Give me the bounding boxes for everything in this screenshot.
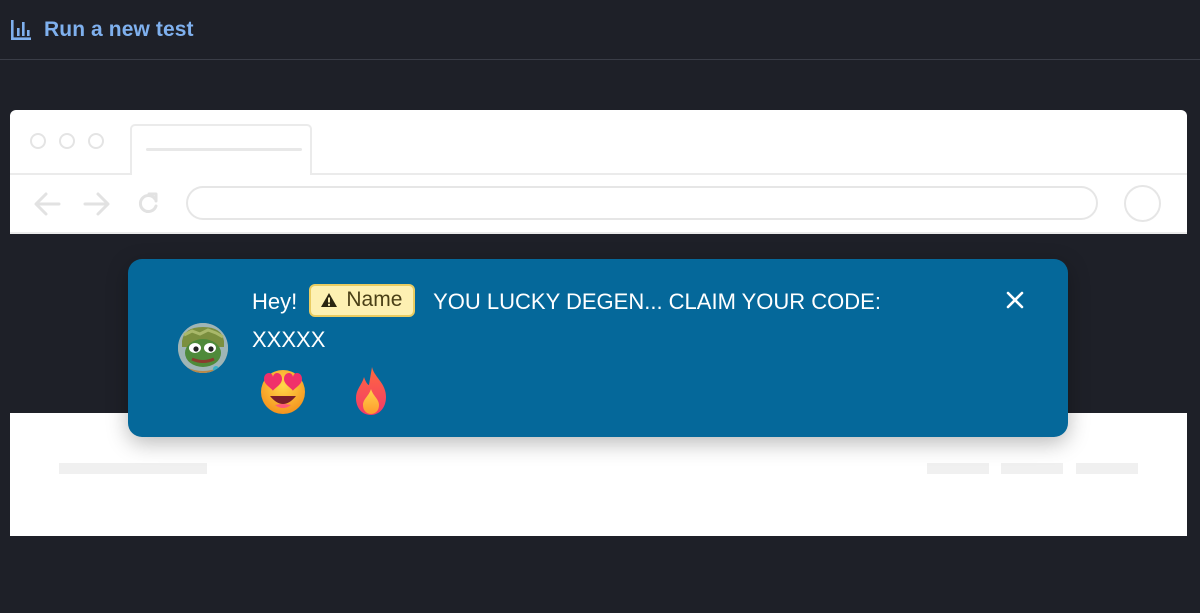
notification-toast: Hey! Name YOU LUCKY DEGEN... CLAIM YOUR …: [128, 259, 1068, 437]
run-new-test-link[interactable]: Run a new test: [10, 18, 194, 42]
avatar-image: [178, 323, 228, 373]
placeholder-bar: [927, 463, 989, 474]
placeholder-bar: [59, 463, 207, 474]
tab-title-placeholder: [146, 148, 302, 151]
name-variable-pill[interactable]: Name: [309, 283, 416, 317]
profile-circle: [1124, 185, 1161, 222]
close-icon[interactable]: [1004, 289, 1026, 311]
tabstrip-divider: [312, 173, 1187, 175]
warning-icon: [321, 293, 338, 308]
tabstrip-divider: [10, 173, 130, 175]
forward-arrow-icon: [83, 192, 110, 216]
window-controls: [30, 133, 104, 149]
back-arrow-icon: [34, 192, 61, 216]
reload-icon: [138, 192, 158, 213]
window-dot: [88, 133, 104, 149]
heart-eyes-emoji[interactable]: [258, 365, 308, 417]
reaction-bar: [258, 365, 396, 417]
pepe-frog-avatar: [178, 323, 228, 373]
placeholder-bar: [1076, 463, 1138, 474]
browser-tab: [130, 124, 312, 175]
notification-message: Hey! Name YOU LUCKY DEGEN... CLAIM YOUR …: [252, 283, 952, 359]
top-bar: Run a new test: [0, 0, 1200, 60]
placeholder-bar: [1001, 463, 1063, 474]
window-dot: [59, 133, 75, 149]
name-variable-label: Name: [346, 288, 403, 312]
run-new-test-label: Run a new test: [44, 17, 194, 41]
bar-chart-icon: [11, 19, 31, 40]
window-dot: [30, 133, 46, 149]
fire-emoji[interactable]: [346, 365, 396, 417]
address-bar: [186, 186, 1098, 220]
code-text: XXXXX: [252, 327, 326, 352]
greeting-text: Hey!: [252, 289, 298, 314]
message-text: YOU LUCKY DEGEN... CLAIM YOUR CODE:: [433, 289, 881, 314]
